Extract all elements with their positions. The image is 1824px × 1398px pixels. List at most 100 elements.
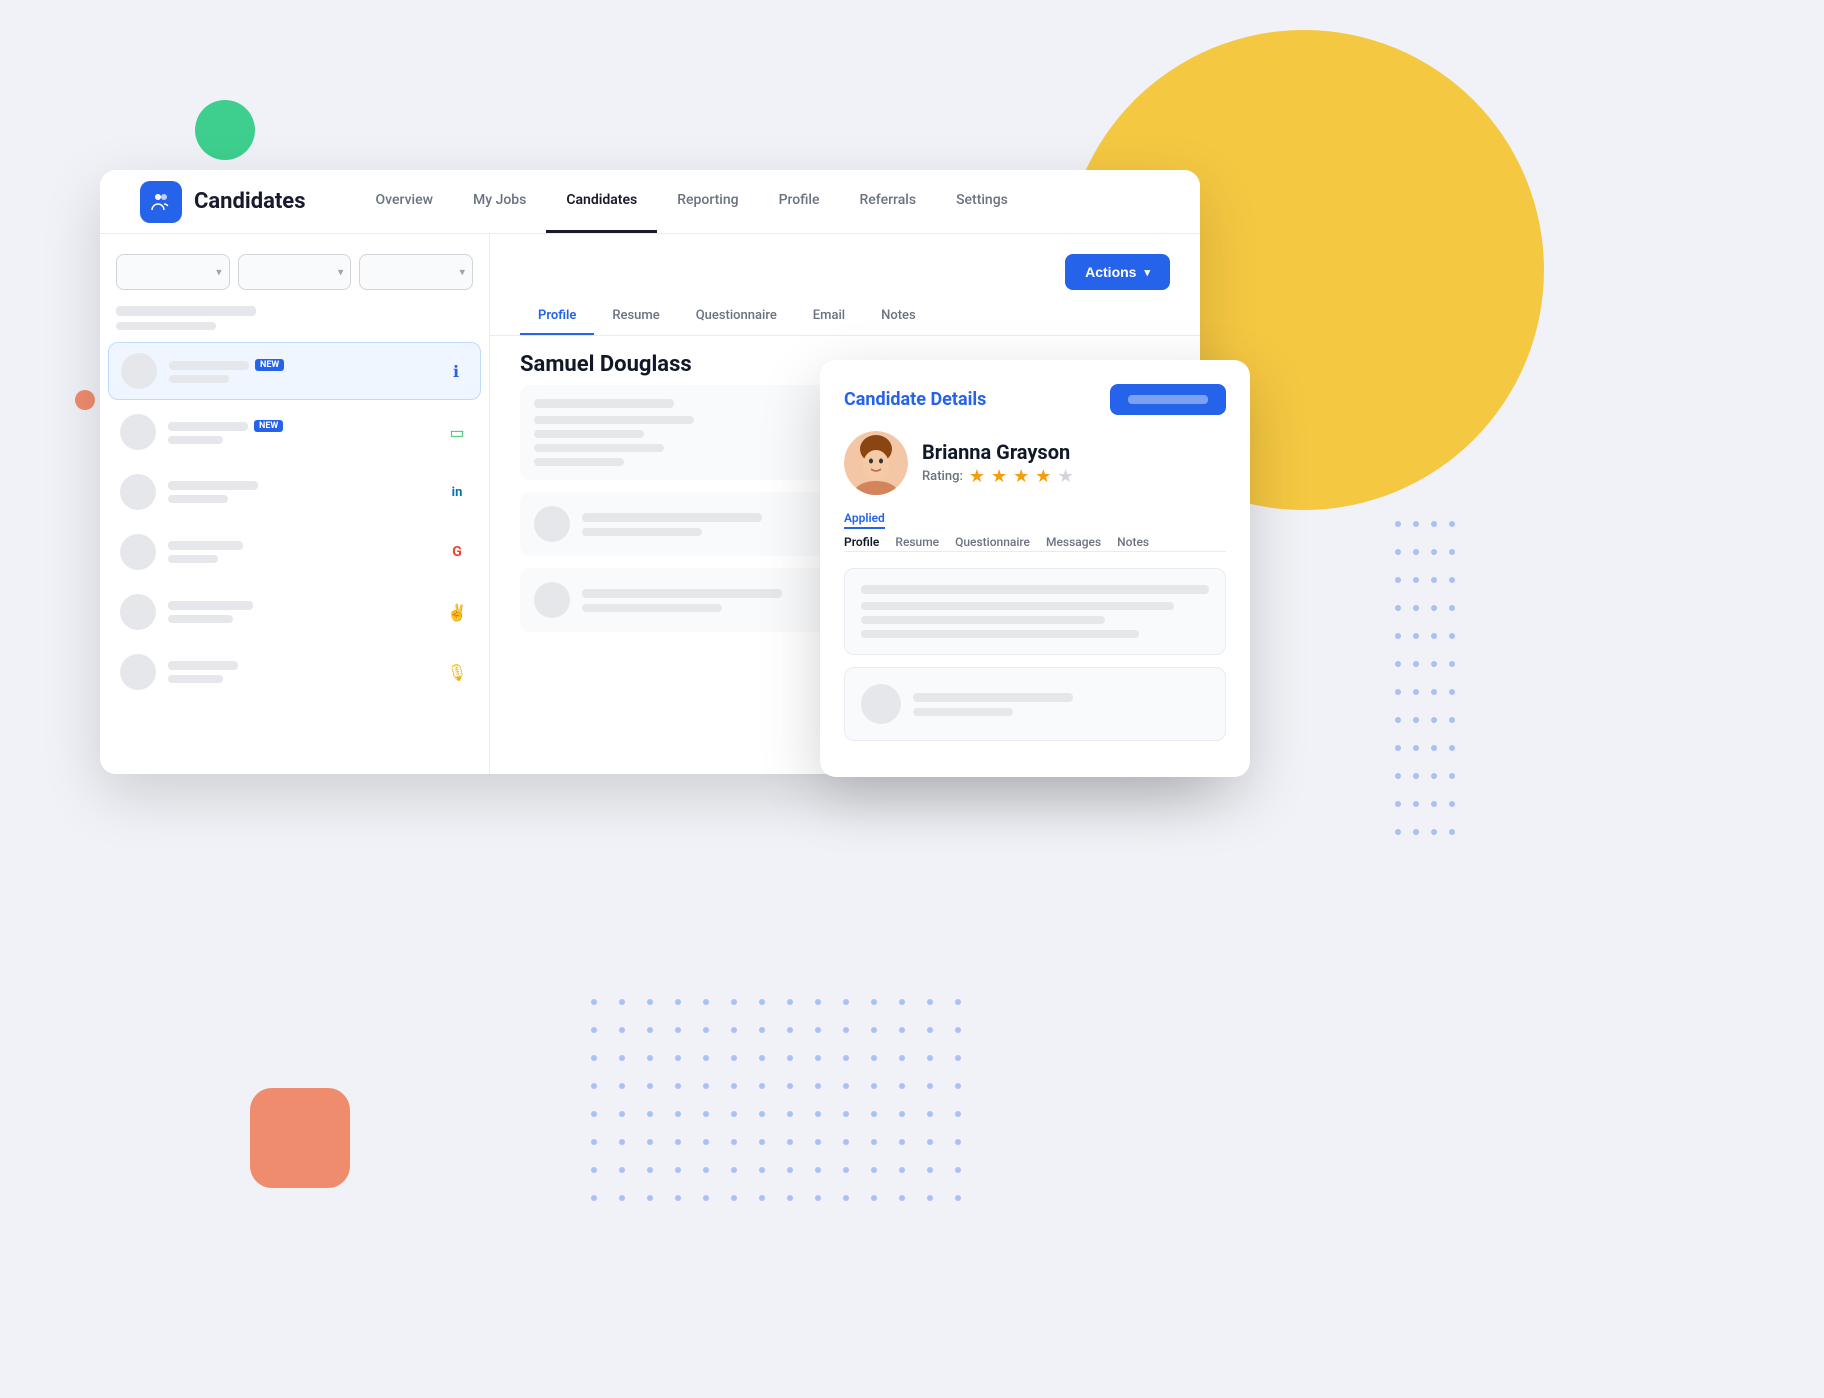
name-skeleton-5	[168, 601, 253, 610]
candidate-item-1[interactable]: NEW ℹ	[108, 342, 481, 400]
source-icon-2: ▭	[445, 420, 469, 444]
brand-name: Candidates	[194, 189, 306, 214]
avatar-2	[120, 414, 156, 450]
filter-select-1[interactable]	[116, 254, 230, 290]
decoration-circle-orange	[75, 390, 95, 410]
filter-select-2[interactable]	[238, 254, 352, 290]
candidate-item-2[interactable]: NEW ▭	[108, 404, 481, 460]
candidate-item-3[interactable]: in	[108, 464, 481, 520]
nav-referrals[interactable]: Referrals	[840, 170, 937, 233]
candidate-info-1: NEW	[169, 359, 432, 383]
actions-chevron-icon: ▾	[1144, 266, 1150, 279]
side-panel-header: Candidate Details	[844, 384, 1226, 415]
star-1: ★	[969, 466, 985, 487]
side-panel-action-button[interactable]	[1110, 384, 1226, 415]
candidates-sidebar: NEW ℹ NEW ▭	[100, 234, 490, 774]
decoration-rect-orange	[250, 1088, 350, 1188]
decoration-circle-teal	[195, 100, 255, 160]
side-tab-questionnaire[interactable]: Questionnaire	[955, 535, 1030, 549]
side-avatar-row	[861, 684, 1209, 724]
candidate-item-5[interactable]: ✌️	[108, 584, 481, 640]
source-icon-mic: 🎙	[445, 660, 469, 684]
candidate-item-6[interactable]: 🎙	[108, 644, 481, 700]
candidate-info-3	[168, 481, 433, 503]
source-icon-google: G	[445, 540, 469, 564]
source-icon-peace: ✌️	[445, 600, 469, 624]
applied-badge: Applied	[844, 511, 885, 529]
candidate-side-panel: Candidate Details Brianna	[820, 360, 1250, 777]
candidate-list: NEW ℹ NEW ▭	[100, 342, 489, 700]
avatar-image	[844, 431, 908, 495]
candidate-meta-2: NEW	[168, 420, 433, 432]
nav-items: Overview My Jobs Candidates Reporting Pr…	[356, 170, 1028, 233]
side-tab-messages[interactable]: Messages	[1046, 535, 1101, 549]
detail-tabs: Profile Resume Questionnaire Email Notes	[490, 298, 1200, 336]
sub-skeleton-2	[168, 436, 223, 444]
sub-skeleton-3	[168, 495, 228, 503]
detail-avatar-2	[534, 582, 570, 618]
tab-questionnaire[interactable]: Questionnaire	[678, 298, 795, 335]
sub-skeleton-4	[168, 555, 218, 563]
candidate-display-name: Brianna Grayson	[922, 440, 1074, 464]
name-skeleton-4	[168, 541, 243, 550]
tab-email[interactable]: Email	[795, 298, 863, 335]
decoration-dots-right	[1394, 520, 1474, 860]
avatar-6	[120, 654, 156, 690]
brand-icon	[140, 181, 182, 223]
detail-avatar-1	[534, 506, 570, 542]
side-tab-resume[interactable]: Resume	[895, 535, 939, 549]
star-2: ★	[991, 466, 1007, 487]
name-skeleton-1	[169, 361, 249, 370]
source-icon-1: ℹ	[444, 359, 468, 383]
source-icon-linkedin: in	[445, 480, 469, 504]
avatar-3	[120, 474, 156, 510]
avatar-1	[121, 353, 157, 389]
side-tab-notes[interactable]: Notes	[1117, 535, 1149, 549]
top-nav: Candidates Overview My Jobs Candidates R…	[100, 170, 1200, 234]
nav-profile[interactable]: Profile	[759, 170, 840, 233]
filter-select-3[interactable]	[359, 254, 473, 290]
detail-header: Actions ▾	[490, 234, 1200, 290]
new-badge-1: NEW	[255, 359, 284, 371]
candidate-info-6	[168, 661, 433, 683]
side-panel-tabs: Profile Resume Questionnaire Messages No…	[844, 535, 1226, 552]
filter-1-wrap	[116, 254, 230, 290]
side-panel-title: Candidate Details	[844, 389, 986, 410]
filter-2-wrap	[238, 254, 352, 290]
decoration-dots-bottom	[590, 998, 970, 1218]
star-3: ★	[1013, 466, 1029, 487]
side-content-card-1	[844, 568, 1226, 655]
actions-label: Actions	[1085, 264, 1136, 280]
avatar-5	[120, 594, 156, 630]
candidate-item-4[interactable]: G	[108, 524, 481, 580]
star-4: ★	[1035, 466, 1051, 487]
nav-reporting[interactable]: Reporting	[657, 170, 758, 233]
tab-resume[interactable]: Resume	[594, 298, 677, 335]
nav-myjobs[interactable]: My Jobs	[453, 170, 546, 233]
mini-avatar	[861, 684, 901, 724]
actions-button[interactable]: Actions ▾	[1065, 254, 1170, 290]
star-5-empty: ★	[1057, 466, 1073, 487]
sub-skeleton-6	[168, 675, 223, 683]
candidate-profile-row: Brianna Grayson Rating: ★ ★ ★ ★ ★	[844, 431, 1226, 495]
side-content-card-2	[844, 667, 1226, 741]
tab-profile[interactable]: Profile	[520, 298, 594, 335]
nav-settings[interactable]: Settings	[936, 170, 1028, 233]
name-skeleton-2	[168, 422, 248, 431]
name-skeleton-6	[168, 661, 238, 670]
candidate-info-2: NEW	[168, 420, 433, 444]
sub-skeleton-5	[168, 615, 233, 623]
side-tab-profile[interactable]: Profile	[844, 535, 879, 549]
tab-notes[interactable]: Notes	[863, 298, 934, 335]
nav-candidates[interactable]: Candidates	[546, 170, 657, 233]
filter-row	[100, 254, 489, 306]
candidate-meta-1: NEW	[169, 359, 432, 371]
nav-overview[interactable]: Overview	[356, 170, 453, 233]
detail-card-1	[520, 385, 839, 480]
candidate-avatar	[844, 431, 908, 495]
candidate-name-info: Brianna Grayson Rating: ★ ★ ★ ★ ★	[922, 440, 1074, 487]
rating-label: Rating:	[922, 469, 963, 484]
name-skeleton-3	[168, 481, 258, 490]
sub-skeleton-1	[169, 375, 229, 383]
candidate-info-4	[168, 541, 433, 563]
